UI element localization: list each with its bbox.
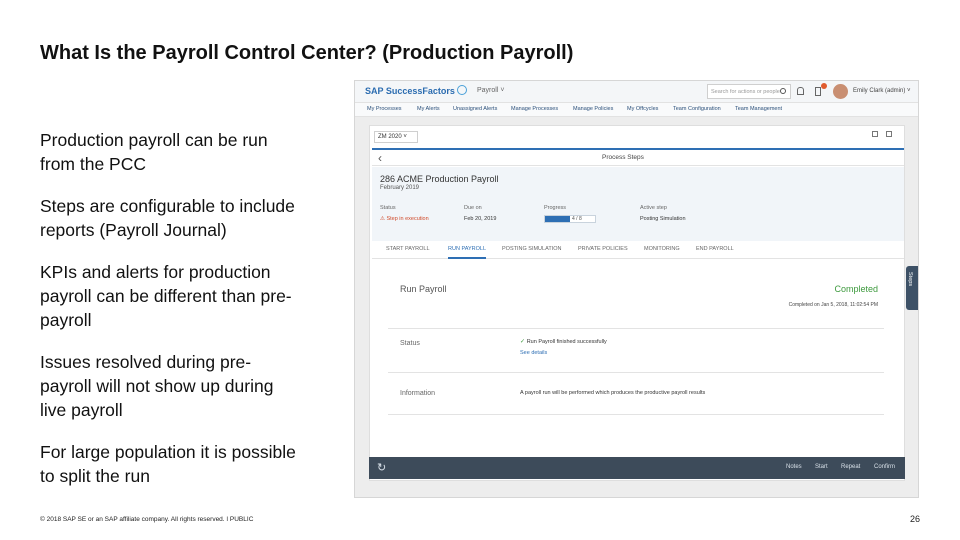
divider [388, 372, 884, 373]
slide-title: What Is the Payroll Control Center? (Pro… [40, 42, 574, 64]
nav-unassigned-alerts[interactable]: Unassigned Alerts [453, 106, 497, 112]
completed-on: Completed on Jan 5, 2018, 11:02:54 PM [788, 302, 878, 308]
process-summary: 286 ACME Production Payroll February 201… [372, 167, 904, 241]
run-payroll-panel: Run Payroll Completed Completed on Jan 5… [384, 268, 886, 458]
top-nav: My Processes My Alerts Unassigned Alerts… [355, 103, 918, 117]
divider [388, 414, 884, 415]
notes-button[interactable]: Notes [786, 464, 802, 470]
bullet-list: Production payroll can be run from the P… [40, 128, 340, 506]
heart-icon [457, 85, 467, 95]
module-switcher[interactable]: Payroll ˅ [477, 87, 504, 94]
user-menu[interactable]: Emily Clark (admin) ˅ [853, 88, 911, 94]
completed-status: Completed [834, 284, 878, 294]
status-row-value: ✓ Run Payroll finished successfully [520, 338, 607, 345]
nav-my-alerts[interactable]: My Alerts [417, 106, 440, 112]
bell-icon[interactable] [797, 87, 804, 95]
app-logo[interactable]: SAP SuccessFactors [365, 86, 455, 96]
back-icon[interactable]: ‹ [378, 151, 382, 165]
progress-text: 4 / 8 [572, 216, 582, 222]
active-step-value: Posting Simulation [640, 216, 686, 222]
repeat-button[interactable]: Repeat [841, 464, 860, 470]
tab-end-payroll[interactable]: END PAYROLL [696, 246, 734, 252]
tab-monitoring[interactable]: MONITORING [644, 246, 680, 252]
bullet-item: KPIs and alerts for production payroll c… [40, 262, 292, 330]
status-value: ⚠ Step in execution [380, 216, 429, 222]
information-label: Information [400, 390, 436, 397]
side-tab-label: Steps [907, 272, 913, 287]
expand-icon[interactable] [872, 131, 878, 137]
check-icon: ✓ [520, 339, 527, 345]
confirm-button[interactable]: Confirm [874, 464, 895, 470]
nav-manage-policies[interactable]: Manage Policies [573, 106, 613, 112]
nav-team-configuration[interactable]: Team Configuration [673, 106, 721, 112]
process-title: 286 ACME Production Payroll [380, 174, 499, 184]
start-button[interactable]: Start [815, 464, 828, 470]
nav-team-management[interactable]: Team Management [735, 106, 782, 112]
pcc-screenshot: SAP SuccessFactors Payroll ˅ Search for … [354, 80, 919, 498]
tab-posting-simulation[interactable]: POSTING SIMULATION [502, 246, 562, 252]
progress-label: Progress [544, 205, 567, 211]
see-details-link[interactable]: See details [520, 350, 547, 356]
steps-side-tab[interactable]: Steps [906, 266, 918, 310]
panel-title: Run Payroll [400, 284, 447, 294]
export-icon[interactable] [886, 131, 892, 137]
status-label: Status [380, 205, 396, 211]
document-icon[interactable] [815, 87, 821, 96]
step-tabs: START PAYROLL RUN PAYROLL POSTING SIMULA… [372, 241, 904, 259]
app-header: SAP SuccessFactors Payroll ˅ Search for … [355, 81, 918, 103]
notification-badge [821, 83, 827, 89]
tab-private-policies[interactable]: PRIVATE POLICIES [578, 246, 628, 252]
period-select[interactable]: ZM 2020 ˅ [374, 131, 418, 143]
avatar[interactable] [833, 84, 848, 99]
refresh-icon[interactable]: ↻ [377, 461, 386, 474]
bullet-item: Production payroll can be run from the P… [40, 130, 268, 174]
progress-fill [545, 216, 570, 222]
progress-bar [544, 215, 596, 223]
bullet-item: For large population it is possible to s… [40, 442, 296, 486]
active-step-label: Active step [640, 205, 667, 211]
divider [388, 328, 884, 329]
nav-my-processes[interactable]: My Processes [367, 106, 402, 112]
nav-manage-processes[interactable]: Manage Processes [511, 106, 558, 112]
footer-copyright: © 2018 SAP SE or an SAP affiliate compan… [40, 516, 254, 523]
process-steps-bar: ‹ Process Steps [372, 148, 904, 166]
nav-my-offcycles[interactable]: My Offcycles [627, 106, 658, 112]
process-date: February 2019 [380, 185, 420, 191]
tab-run-payroll[interactable]: RUN PAYROLL [448, 246, 487, 259]
search-icon[interactable] [780, 88, 786, 94]
search-input[interactable]: Search for actions or people [707, 84, 791, 99]
due-value: Feb 20, 2019 [464, 216, 497, 222]
due-label: Due on [464, 205, 482, 211]
bullet-item: Steps are configurable to include report… [40, 196, 295, 240]
status-row-text: Run Payroll finished successfully [526, 339, 607, 345]
tab-start-payroll[interactable]: START PAYROLL [386, 246, 430, 252]
information-text: A payroll run will be performed which pr… [520, 390, 706, 396]
action-bar: ↻ Notes Start Repeat Confirm [369, 457, 905, 479]
process-card: ZM 2020 ˅ ‹ Process Steps 286 ACME Produ… [369, 125, 905, 481]
page-number: 26 [909, 514, 920, 524]
process-steps-title: Process Steps [602, 154, 644, 161]
status-row-label: Status [400, 340, 420, 347]
bullet-item: Issues resolved during pre- payroll will… [40, 352, 274, 420]
